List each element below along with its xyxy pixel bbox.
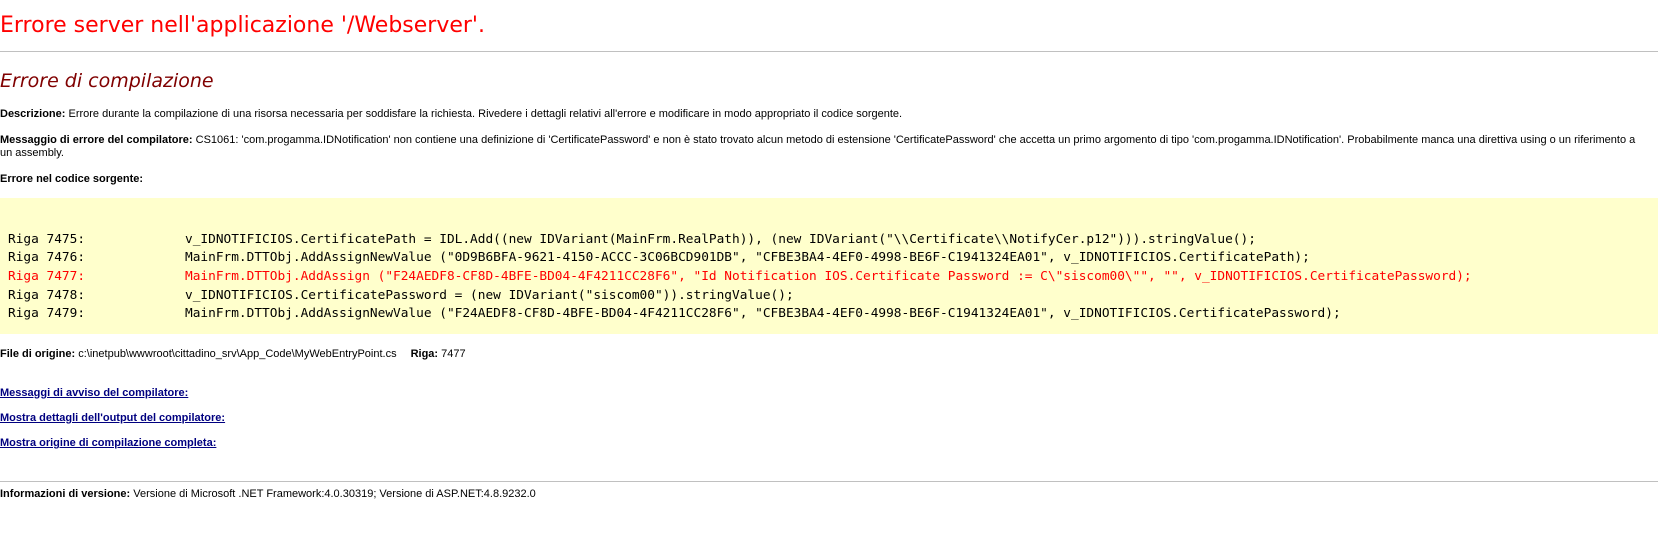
code-line-number: Riga 7479:: [8, 306, 86, 321]
full-source-link[interactable]: Mostra origine di compilazione completa:: [0, 437, 216, 450]
description: Descrizione: Errore durante la compilazi…: [0, 108, 902, 121]
source-line-number: 7477: [441, 348, 466, 360]
code-line-text: v_IDNOTIFICIOS.CertificatePath = IDL.Add…: [185, 232, 1256, 247]
code-line: Riga 7475: v_IDNOTIFICIOS.CertificatePath…: [8, 231, 1256, 249]
code-line-text: MainFrm.DTTObj.AddAssign ("F24AEDF8-CF8D…: [185, 269, 1472, 284]
source-file-info: File di origine: c:\inetpub\wwwroot\citt…: [0, 348, 466, 361]
source-file-path: c:\inetpub\wwwroot\cittadino_srv\App_Cod…: [78, 348, 397, 360]
code-line-number: Riga 7478:: [8, 288, 86, 303]
code-line-number: Riga 7475:: [8, 232, 86, 247]
code-line-error: Riga 7477: MainFrm.DTTObj.AddAssign ("F24…: [8, 268, 1472, 286]
page-title: Errore server nell'applicazione '/Webser…: [0, 13, 485, 38]
title-divider: [0, 51, 1658, 52]
compiler-message-label: Messaggio di errore del compilatore:: [0, 134, 193, 146]
description-label: Descrizione:: [0, 108, 66, 120]
compiler-message: Messaggio di errore del compilatore: CS1…: [0, 134, 1640, 160]
description-text: Errore durante la compilazione di una ri…: [68, 108, 903, 120]
source-file-label: File di origine:: [0, 348, 76, 360]
code-line-number: Riga 7476:: [8, 250, 86, 265]
compiler-message-text: CS1061: 'com.progamma.IDNotification' no…: [0, 134, 1636, 159]
error-title: Errore di compilazione: [0, 70, 214, 92]
compiler-output-link[interactable]: Mostra dettagli dell'output del compilat…: [0, 412, 225, 425]
source-code-block: Riga 7475: v_IDNOTIFICIOS.CertificatePath…: [0, 198, 1658, 334]
code-line: Riga 7476: MainFrm.DTTObj.AddAssignNewVal…: [8, 249, 1310, 267]
version-text: Versione di Microsoft .NET Framework:4.0…: [133, 488, 536, 500]
compiler-warnings-link[interactable]: Messaggi di avviso del compilatore:: [0, 387, 188, 400]
source-error-label: Errore nel codice sorgente:: [0, 173, 144, 185]
code-line: Riga 7478: v_IDNOTIFICIOS.CertificatePass…: [8, 287, 794, 305]
source-error-heading: Errore nel codice sorgente:: [0, 173, 143, 186]
code-line-text: MainFrm.DTTObj.AddAssignNewValue ("0D9B6…: [185, 250, 1310, 265]
source-line-label: Riga:: [410, 348, 439, 360]
code-line: Riga 7479: MainFrm.DTTObj.AddAssignNewVal…: [8, 305, 1341, 323]
code-line-number: Riga 7477:: [8, 269, 86, 284]
error-page: Errore server nell'applicazione '/Webser…: [0, 0, 1658, 535]
version-label: Informazioni di versione:: [0, 488, 131, 500]
code-line-text: MainFrm.DTTObj.AddAssignNewValue ("F24AE…: [185, 306, 1341, 321]
code-line-text: v_IDNOTIFICIOS.CertificatePassword = (ne…: [185, 288, 794, 303]
version-info: Informazioni di versione: Versione di Mi…: [0, 488, 536, 501]
footer-divider: [0, 481, 1658, 482]
